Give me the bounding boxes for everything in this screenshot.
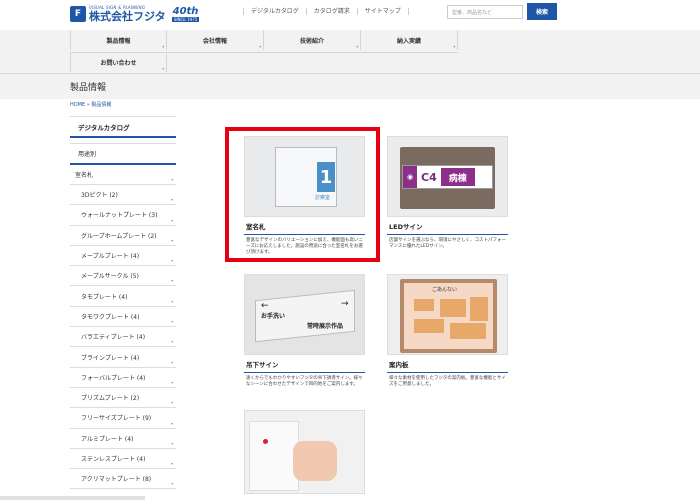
sidebar-item[interactable]: 3Dピクト (2) [70, 185, 176, 206]
product-description: 様々な素材を使用したフジタの案内板。豊富な機能とサイズをご用意しました。 [389, 376, 506, 387]
sidebar: デジタルカタログ 用途別 室名札 3Dピクト (2) ウォールナットプレート (… [70, 116, 176, 490]
sidebar-item[interactable]: フリーサイズプレート (9) [70, 408, 176, 429]
product-card-hanging-sign[interactable]: ← → お手洗い 常時展示作品 吊下サイン 遠くからでもわかりやすいフジタの吊下… [244, 274, 365, 391]
link-digital-catalog[interactable]: デジタルカタログ [243, 8, 306, 15]
search-button[interactable]: 検索 [527, 3, 557, 20]
product-card-info-board[interactable]: ごあんない 案内板 様々な素材を使用したフジタの案内板。豊富な機能とサイズをご用… [387, 274, 508, 391]
site-header: F VISUAL SIGN & PLANNING 株式会社フジタ 40th SI… [0, 0, 700, 30]
sidebar-item[interactable]: プリズムプレート (2) [70, 388, 176, 409]
sidebar-item[interactable]: メープルプレート (4) [70, 246, 176, 267]
selection-highlight [225, 127, 380, 262]
link-catalog-request[interactable]: カタログ請求 [305, 8, 357, 15]
sidebar-item[interactable]: タモワクプレート (4) [70, 307, 176, 328]
page: F VISUAL SIGN & PLANNING 株式会社フジタ 40th SI… [0, 0, 700, 500]
arrow-right-icon: → [341, 299, 349, 309]
sidebar-item[interactable]: フォーバルプレート (4) [70, 368, 176, 388]
sidebar-heading[interactable]: デジタルカタログ [70, 116, 176, 138]
sidebar-item[interactable]: バラエティプレート (4) [70, 327, 176, 348]
anniversary-badge: 40th SINCE 1975 [171, 6, 200, 22]
sidebar-item[interactable]: タモプレート (4) [70, 286, 176, 307]
sidebar-item[interactable]: ウォールナットプレート (3) [70, 205, 176, 226]
arrow-left-icon: ← [261, 301, 269, 311]
nav-divider [70, 52, 458, 53]
led-sign-image[interactable]: ◉ C4 病棟 [387, 136, 508, 217]
sidebar-item[interactable]: ステンレスプレート (4) [70, 449, 176, 470]
horizontal-scrollbar[interactable] [0, 496, 145, 500]
utility-links: デジタルカタログ カタログ請求 サイトマップ [243, 8, 409, 15]
sidebar-item[interactable]: アルミプレート (4) [70, 429, 176, 449]
gnav-products[interactable]: 製品情報 [70, 30, 167, 50]
hanging-sign-image[interactable]: ← → お手洗い 常時展示作品 [244, 274, 365, 355]
site-logo[interactable]: F VISUAL SIGN & PLANNING 株式会社フジタ 40th SI… [70, 5, 200, 23]
sidebar-subheading[interactable]: 用途別 [70, 143, 176, 165]
gnav-contact[interactable]: お問い合わせ [70, 52, 167, 72]
link-sitemap[interactable]: サイトマップ [356, 8, 409, 15]
product-card-led-sign[interactable]: ◉ C4 病棟 LEDサイン 店舗サインを選ぶなら、環境にやさしく、コストパフォ… [387, 136, 508, 253]
sidebar-item[interactable]: ブラインプレート (4) [70, 347, 176, 368]
gnav-technology[interactable]: 技術紹介 [264, 30, 361, 50]
sidebar-item[interactable]: グループホームプレート (2) [70, 226, 176, 246]
breadcrumb: HOME » 製品情報 [70, 101, 111, 108]
gnav-company[interactable]: 会社情報 [167, 30, 264, 50]
page-title: 製品情報 [70, 83, 107, 93]
product-description: 店舗サインを選ぶなら、環境にやさしく、コストパフォーマンスに優れたLEDサイン。 [389, 238, 506, 249]
logo-company-name: 株式会社フジタ [89, 10, 166, 23]
product-card-partial[interactable] [244, 410, 365, 494]
product-description: 遠くからでもわかりやすいフジタの吊下誘導サイン。様々なシーンに合わせたデザインで… [246, 376, 363, 387]
logo-mark-icon: F [70, 6, 86, 22]
product-title[interactable]: LEDサイン [387, 217, 508, 235]
sidebar-item[interactable]: メープルサークル (5) [70, 266, 176, 287]
sidebar-category[interactable]: 室名札 [70, 165, 176, 185]
partial-product-image[interactable] [244, 410, 365, 494]
hand-illustration [293, 441, 337, 481]
gnav-delivery[interactable]: 納入実績 [361, 30, 458, 50]
product-title[interactable]: 案内板 [387, 355, 508, 373]
search-input[interactable]: 型番、商品名など [447, 5, 523, 19]
product-title[interactable]: 吊下サイン [244, 355, 365, 373]
breadcrumb-home[interactable]: HOME [70, 102, 85, 108]
info-board-image[interactable]: ごあんない [387, 274, 508, 355]
breadcrumb-current[interactable]: 製品情報 [91, 102, 111, 108]
sidebar-item[interactable]: アクリマットプレート (8) [70, 469, 176, 490]
